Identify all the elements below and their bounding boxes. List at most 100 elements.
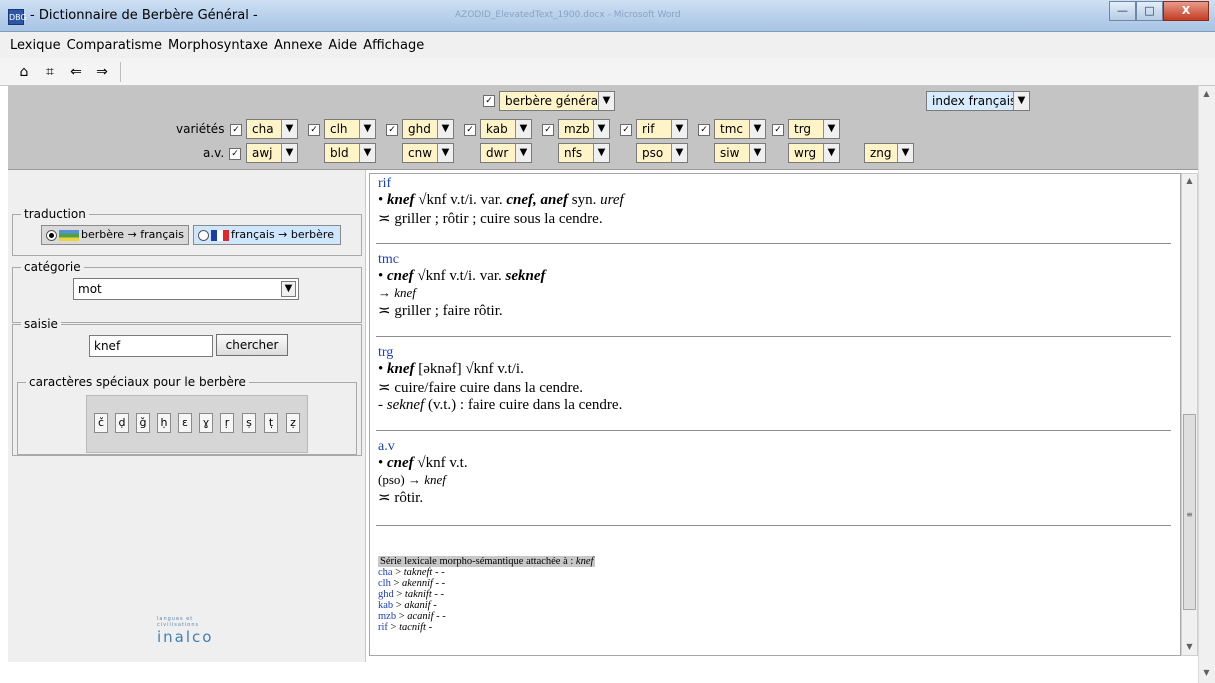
search-input[interactable]: knef: [89, 335, 213, 357]
variety-select-trg[interactable]: trg ▼: [788, 119, 840, 139]
char-button[interactable]: ṭ: [264, 413, 278, 433]
radio-selected-icon: [46, 229, 57, 241]
main-variety-select[interactable]: berbère général ▼: [499, 91, 615, 111]
char-button[interactable]: č: [94, 413, 108, 433]
chevron-down-icon: ▼: [823, 144, 839, 162]
search-panel: traduction berbère → français français →…: [8, 170, 366, 662]
char-button[interactable]: ɛ: [178, 413, 192, 433]
av-select-wrg[interactable]: wrg ▼: [788, 143, 840, 163]
scroll-up-icon[interactable]: ▲: [1182, 176, 1197, 185]
home-icon[interactable]: ⌂: [14, 62, 34, 82]
back-icon[interactable]: ⇐: [66, 62, 86, 82]
char-button[interactable]: ḥ: [157, 413, 171, 433]
char-button[interactable]: ẓ: [286, 413, 300, 433]
entry-variety-label: trg: [378, 345, 394, 360]
berber-flag-icon: [59, 229, 79, 241]
menu-affichage[interactable]: Affichage: [363, 38, 424, 53]
french-to-berber-option[interactable]: français → berbère: [193, 225, 341, 245]
maximize-button[interactable]: □: [1136, 1, 1163, 21]
series-item[interactable]: kab > akanif -: [378, 600, 595, 611]
chevron-down-icon: ▼: [897, 144, 913, 162]
variety-select-rif[interactable]: rif ▼: [636, 119, 688, 139]
close-button[interactable]: X: [1163, 1, 1209, 21]
av-select-pso[interactable]: pso ▼: [636, 143, 688, 163]
variety-select-clh[interactable]: clh ▼: [324, 119, 376, 139]
derivation-line: - seknef (v.t.) : faire cuire dans la ce…: [378, 397, 622, 414]
deriv-dash: -: [378, 397, 383, 413]
av-select-nfs[interactable]: nfs ▼: [558, 143, 610, 163]
av-checkbox[interactable]: ✓: [229, 148, 241, 160]
reference-line: → knef: [378, 285, 546, 301]
entry-divider: [376, 336, 1171, 337]
av-select-cnw[interactable]: cnw ▼: [402, 143, 454, 163]
gloss-mark: ≍: [378, 380, 391, 396]
av-code: cnw: [408, 146, 433, 160]
main-variety-value: berbère général: [505, 94, 602, 108]
variety-checkbox-trg[interactable]: ✓: [772, 124, 784, 136]
char-button[interactable]: ǧ: [136, 413, 150, 433]
scroll-down-icon[interactable]: ▼: [1199, 668, 1214, 677]
menu-morphosyntaxe[interactable]: Morphosyntaxe: [168, 38, 268, 53]
search-button[interactable]: chercher: [216, 334, 288, 356]
gloss-line: ≍ cuire/faire cuire dans la cendre.: [378, 378, 622, 397]
variety-select-kab[interactable]: kab ▼: [480, 119, 532, 139]
variety-checkbox-cha[interactable]: ✓: [230, 124, 242, 136]
variety-select-mzb[interactable]: mzb ▼: [558, 119, 610, 139]
menu-lexique[interactable]: Lexique: [10, 38, 61, 53]
pronunciation: [əknəf]: [418, 361, 462, 377]
minimize-button[interactable]: —: [1109, 1, 1136, 21]
results-scrollbar[interactable]: ▲ ≡ ▼: [1181, 173, 1198, 656]
av-select-siw[interactable]: siw ▼: [714, 143, 766, 163]
forward-icon[interactable]: ⇒: [92, 62, 112, 82]
menu-annexe[interactable]: Annexe: [274, 38, 322, 53]
chevron-down-icon: ▼: [593, 120, 609, 138]
menu-comparatisme[interactable]: Comparatisme: [67, 38, 162, 53]
gloss-mark: ≍: [378, 211, 391, 227]
variety-select-tmc[interactable]: tmc ▼: [714, 119, 766, 139]
variety-checkbox-clh[interactable]: ✓: [308, 124, 320, 136]
scroll-up-icon[interactable]: ▲: [1199, 89, 1214, 98]
categorie-select[interactable]: mot ▼: [73, 278, 299, 300]
radio-unselected-icon: [198, 229, 209, 241]
entry-variety-label: a.v: [378, 439, 395, 454]
series-variety: rif: [378, 622, 388, 633]
variety-checkbox-rif[interactable]: ✓: [620, 124, 632, 136]
av-select-bld[interactable]: bld ▼: [324, 143, 376, 163]
series-item[interactable]: ghd > taknift - -: [378, 589, 595, 600]
variety-checkbox-mzb[interactable]: ✓: [542, 124, 554, 136]
scroll-down-icon[interactable]: ▼: [1182, 642, 1197, 651]
berbere-general-checkbox[interactable]: ✓: [483, 95, 495, 107]
berber-to-french-option[interactable]: berbère → français: [41, 225, 189, 245]
series-word: akennif: [402, 578, 433, 589]
char-button[interactable]: ḍ: [115, 413, 129, 433]
char-button[interactable]: ṣ: [242, 413, 256, 433]
variety-checkbox-tmc[interactable]: ✓: [698, 124, 710, 136]
variety-checkbox-ghd[interactable]: ✓: [386, 124, 398, 136]
series-item[interactable]: clh > akennif - -: [378, 578, 595, 589]
variety-select-cha[interactable]: cha ▼: [246, 119, 298, 139]
av-select-dwr[interactable]: dwr ▼: [480, 143, 532, 163]
av-code: pso: [642, 146, 664, 160]
variety-checkbox-kab[interactable]: ✓: [464, 124, 476, 136]
index-select[interactable]: index français ▼: [926, 91, 1030, 111]
root: √knf: [417, 455, 446, 471]
char-button[interactable]: ṛ: [220, 413, 234, 433]
window-scrollbar[interactable]: ▲ ▼: [1198, 86, 1215, 683]
series-variety: clh: [378, 578, 391, 589]
series-tail: - -: [436, 611, 446, 622]
variety-select-ghd[interactable]: ghd ▼: [402, 119, 454, 139]
headword: knef: [387, 361, 415, 377]
char-button[interactable]: ɣ: [199, 413, 213, 433]
variety-code: rif: [642, 122, 655, 136]
series-item[interactable]: cha > takneft - -: [378, 567, 595, 578]
headword: cnef: [387, 268, 414, 284]
saisie-group: saisie knef chercher caractères spéciaux…: [12, 317, 362, 456]
menu-aide[interactable]: Aide: [328, 38, 357, 53]
series-item[interactable]: rif > tacnift -: [378, 622, 595, 633]
var-label: var.: [480, 192, 503, 208]
grid-icon[interactable]: ⌗: [40, 62, 60, 82]
av-select-zng[interactable]: zng ▼: [864, 143, 914, 163]
av-select-awj[interactable]: awj ▼: [246, 143, 298, 163]
av-code: nfs: [564, 146, 583, 160]
series-item[interactable]: mzb > acanif - -: [378, 611, 595, 622]
